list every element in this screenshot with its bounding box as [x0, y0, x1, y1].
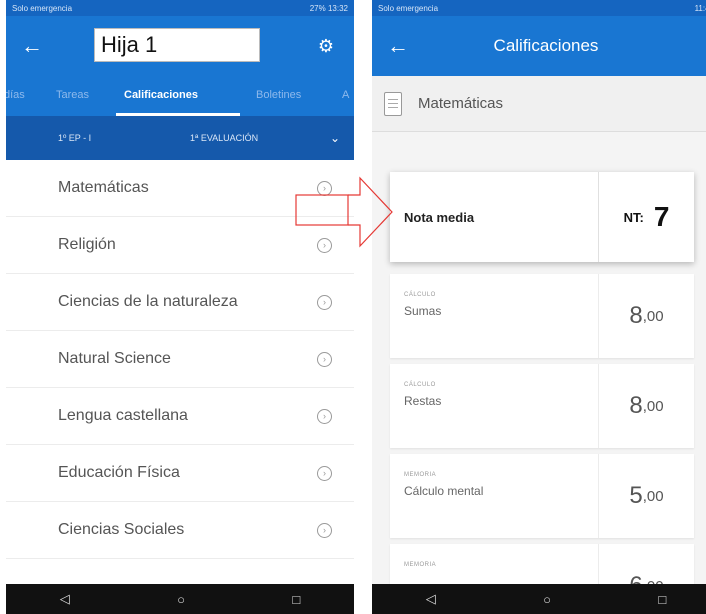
- grade-name: Restas: [404, 394, 442, 408]
- phone-right: Solo emergencia 11:41 ← Calificaciones M…: [372, 0, 706, 614]
- tab-bar: días Tareas Calificaciones Boletines A: [6, 76, 354, 116]
- circle-arrow-icon: ›: [317, 294, 332, 310]
- phone-left: Solo emergencia 27% 13:32 ← Hija 1 ⚙ día…: [6, 0, 354, 614]
- chevron-down-icon[interactable]: ⌄: [330, 131, 340, 145]
- filter-course: 1º EP - I: [58, 133, 92, 143]
- subject-list: Matemáticas › Religión › Ciencias de la …: [6, 160, 354, 559]
- grade-decimal: ,00: [642, 307, 664, 325]
- profile-name[interactable]: Hija 1: [94, 28, 260, 62]
- gear-icon: ⚙: [317, 35, 335, 56]
- subject-item[interactable]: Natural Science ›: [6, 331, 354, 388]
- circle-arrow-icon: ›: [317, 408, 332, 424]
- circle-arrow-icon: ›: [317, 465, 332, 481]
- subject-name: Ciencias Sociales: [58, 521, 185, 538]
- tab-calificaciones[interactable]: Calificaciones: [124, 76, 198, 116]
- status-carrier: Solo emergencia: [378, 3, 439, 13]
- average-card: Nota media NT: 7: [390, 172, 694, 262]
- status-right: 27% 13:32: [309, 3, 348, 13]
- grade-category: CÁLCULO: [404, 292, 436, 298]
- tab-dias[interactable]: días: [6, 76, 25, 116]
- tab-more[interactable]: A: [342, 76, 349, 116]
- subject-name: Religión: [58, 236, 116, 253]
- back-button[interactable]: ←: [6, 16, 58, 76]
- grade-integer: 8: [629, 392, 643, 419]
- subject-item[interactable]: Religión ›: [6, 217, 354, 274]
- status-bar: Solo emergencia 11:41: [372, 0, 706, 16]
- average-grade: NT: 7: [598, 172, 694, 262]
- subject-name: Matemáticas: [58, 179, 149, 196]
- nav-recents-icon[interactable]: □: [658, 592, 666, 607]
- grade-card[interactable]: MEMORIA Cálculo mental 5,00: [390, 454, 694, 538]
- app-bar: ← Hija 1 ⚙: [6, 16, 354, 76]
- subject-item[interactable]: Ciencias de la naturaleza ›: [6, 274, 354, 331]
- subject-title: Matemáticas: [418, 95, 504, 112]
- grade-category: MEMORIA: [404, 472, 437, 478]
- status-right: 11:41: [694, 3, 706, 13]
- nav-back-icon[interactable]: ◁: [60, 591, 70, 607]
- subject-item[interactable]: Educación Física ›: [6, 445, 354, 502]
- circle-arrow-icon: ›: [317, 180, 332, 196]
- grade-value: 5,00: [598, 454, 694, 538]
- grade-decimal: ,00: [642, 487, 664, 505]
- average-value: 7: [653, 201, 670, 232]
- tab-boletines[interactable]: Boletines: [256, 76, 301, 116]
- circle-arrow-icon: ›: [317, 522, 332, 538]
- subject-item[interactable]: Lengua castellana ›: [6, 388, 354, 445]
- android-nav-bar: ◁ ○ □: [372, 584, 706, 614]
- subject-item[interactable]: Matemáticas ›: [6, 160, 354, 217]
- grade-name: Sumas: [404, 304, 442, 318]
- grade-name: Cálculo mental: [404, 484, 484, 498]
- subject-header: Matemáticas: [372, 76, 706, 132]
- arrow-left-icon: ←: [21, 33, 43, 58]
- subject-name: Ciencias de la naturaleza: [58, 293, 238, 310]
- filter-evaluation: 1ª EVALUACIÓN: [190, 133, 259, 143]
- android-nav-bar: ◁ ○ □: [6, 584, 354, 614]
- average-label: Nota media: [404, 209, 475, 225]
- grade-card[interactable]: CÁLCULO Restas 8,00: [390, 364, 694, 448]
- book-icon: [384, 91, 402, 116]
- grade-value: 8,00: [598, 274, 694, 358]
- nav-recents-icon[interactable]: □: [292, 592, 300, 607]
- circle-arrow-icon: ›: [317, 237, 332, 253]
- nav-back-icon[interactable]: ◁: [426, 591, 436, 607]
- subject-name: Lengua castellana: [58, 407, 188, 424]
- grade-value: 8,00: [598, 364, 694, 448]
- grade-integer: 8: [629, 302, 643, 329]
- nav-home-icon[interactable]: ○: [177, 592, 185, 607]
- grade-category: MEMORIA: [404, 562, 437, 568]
- grade-integer: 5: [629, 482, 643, 509]
- page-title: Calificaciones: [493, 36, 599, 55]
- subject-name: Educación Física: [58, 464, 180, 481]
- status-bar: Solo emergencia 27% 13:32: [6, 0, 354, 16]
- circle-arrow-icon: ›: [317, 351, 332, 367]
- grade-card[interactable]: CÁLCULO Sumas 8,00: [390, 274, 694, 358]
- evaluation-filter[interactable]: 1º EP - I 1ª EVALUACIÓN ⌄: [6, 116, 354, 160]
- settings-button[interactable]: ⚙: [314, 34, 338, 58]
- grade-list: CÁLCULO Sumas 8,00 CÁLCULO Restas 8,00 M…: [390, 274, 694, 614]
- average-prefix: NT:: [623, 209, 644, 225]
- tab-tareas[interactable]: Tareas: [56, 76, 89, 116]
- grade-category: CÁLCULO: [404, 382, 436, 388]
- subject-name: Natural Science: [58, 350, 171, 367]
- nav-home-icon[interactable]: ○: [543, 592, 551, 607]
- app-bar: ← Calificaciones: [372, 16, 706, 76]
- status-carrier: Solo emergencia: [12, 3, 73, 13]
- subject-item[interactable]: Ciencias Sociales ›: [6, 502, 354, 559]
- grade-decimal: ,00: [642, 397, 664, 415]
